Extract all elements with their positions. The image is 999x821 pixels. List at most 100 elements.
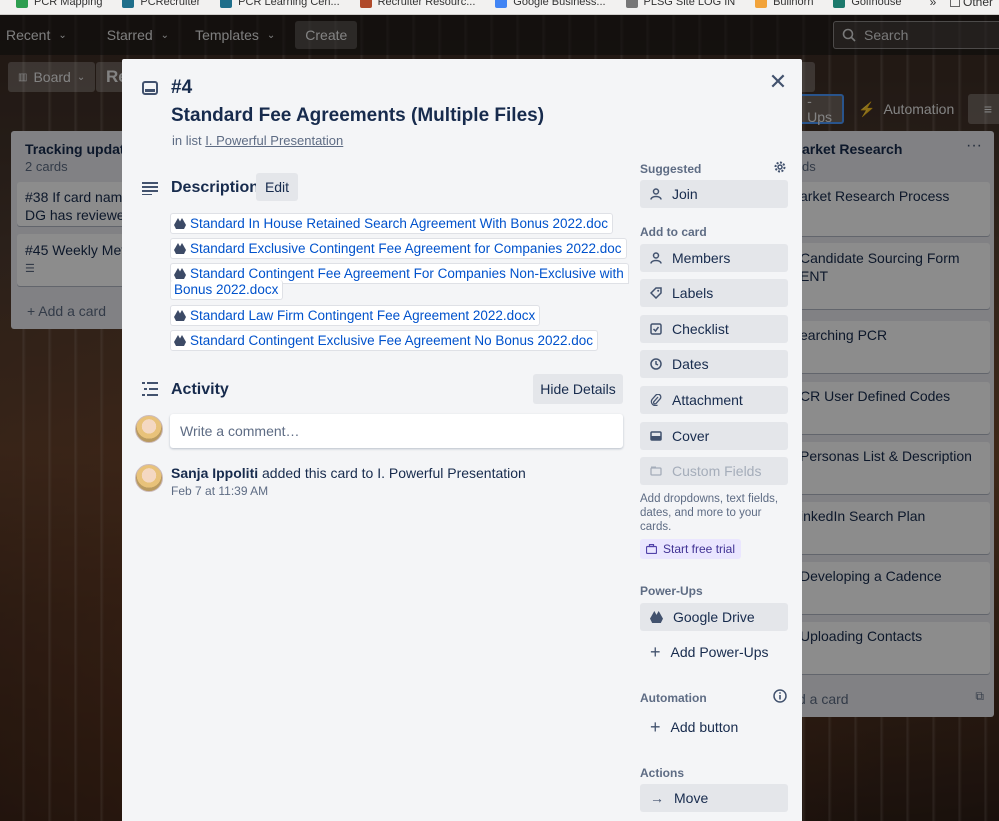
- attachment-name: Standard Contingent Fee Agreement For Co…: [190, 266, 624, 281]
- plus-icon: +: [650, 717, 661, 737]
- paperclip-icon: [650, 394, 662, 406]
- bookmark-plsg[interactable]: PLSG Site LOG IN: [625, 0, 736, 8]
- activity-timestamp[interactable]: Feb 7 at 11:39 AM: [171, 484, 268, 498]
- join-button[interactable]: Join: [640, 180, 788, 208]
- add-powerups-button[interactable]: + Add Power-Ups: [640, 638, 788, 666]
- card-title[interactable]: Standard Fee Agreements (Multiple Files): [171, 105, 544, 127]
- bookmark-favicon: [359, 0, 372, 8]
- member-icon: [650, 188, 662, 200]
- card-icon: [142, 81, 158, 95]
- bookmark-favicon: [755, 0, 768, 8]
- google-drive-icon: [174, 218, 186, 229]
- attachment-name: Standard Contingent Exclusive Fee Agreem…: [190, 333, 594, 348]
- card-number: #4: [171, 77, 193, 98]
- cover-button[interactable]: Cover: [640, 422, 788, 450]
- checklist-button[interactable]: Checklist: [640, 315, 788, 343]
- bookmark-favicon: [833, 0, 846, 8]
- attachment-link[interactable]: Standard Exclusive Contingent Fee Agreem…: [170, 238, 627, 259]
- labels-button[interactable]: Labels: [640, 279, 788, 307]
- cover-label: Cover: [672, 428, 710, 444]
- attachment-name: Standard Exclusive Contingent Fee Agreem…: [190, 241, 622, 256]
- bookmark-favicon: [495, 0, 508, 8]
- bookmarks-overflow[interactable]: » Other: [930, 0, 993, 9]
- attachment-link-continued[interactable]: Bonus 2022.docx: [170, 280, 284, 300]
- card-list-location: in list I. Powerful Presentation: [172, 133, 343, 148]
- attachment-button[interactable]: Attachment: [640, 386, 788, 414]
- arrow-right-icon: →: [650, 790, 664, 806]
- checklist-icon: [650, 323, 662, 335]
- bookmark-pcrecruiter[interactable]: PCRecruiter: [122, 0, 200, 8]
- activity-user[interactable]: Sanja Ippoliti: [171, 465, 258, 481]
- attachment-link[interactable]: Standard Contingent Exclusive Fee Agreem…: [170, 330, 599, 351]
- bookmark-label: Google Business...: [513, 0, 606, 8]
- bookmark-google-business[interactable]: Google Business...: [495, 0, 606, 8]
- attachment-link[interactable]: Standard Law Firm Contingent Fee Agreeme…: [170, 305, 541, 326]
- automation-label: Automation: [640, 691, 707, 705]
- avatar[interactable]: [135, 464, 163, 492]
- bookmark-pcr-learning[interactable]: PCR Learning Cen...: [220, 0, 340, 8]
- bookmark-label: PCRecruiter: [140, 0, 201, 8]
- google-drive-label: Google Drive: [673, 609, 755, 625]
- bookmark-favicon: [122, 0, 135, 8]
- attachment-link[interactable]: Standard In House Retained Search Agreem…: [170, 213, 614, 234]
- google-drive-icon: [650, 611, 663, 623]
- add-button-label: Add button: [670, 719, 739, 735]
- suggested-label: Suggested: [640, 162, 702, 176]
- avatar[interactable]: [135, 415, 163, 443]
- folder-icon: [949, 0, 960, 7]
- bookmark-label: PLSG Site LOG IN: [643, 0, 736, 8]
- custom-fields-icon: [650, 466, 662, 476]
- bookmarks-more-chevron: »: [929, 0, 937, 9]
- members-button[interactable]: Members: [640, 244, 788, 272]
- bookmark-label: Golfhouse: [851, 0, 902, 8]
- card-detail-modal: ✕ #4 Standard Fee Agreements (Multiple F…: [122, 59, 802, 821]
- bookmark-label: Recruiter Resourc...: [377, 0, 476, 8]
- bookmark-favicon: [16, 0, 28, 8]
- google-drive-icon: [174, 268, 186, 279]
- add-to-card-label: Add to card: [640, 225, 707, 239]
- edit-description-button[interactable]: Edit: [256, 173, 298, 201]
- attachment-label: Attachment: [672, 392, 743, 408]
- bookmark-favicon: [625, 0, 638, 8]
- activity-entry: Sanja Ippoliti added this card to I. Pow…: [171, 465, 526, 481]
- comment-placeholder: Write a comment…: [180, 423, 300, 439]
- gear-icon[interactable]: [773, 160, 787, 174]
- powerups-label: Power-Ups: [640, 584, 703, 598]
- info-icon[interactable]: [773, 689, 787, 703]
- custom-fields-note: Add dropdowns, text fields, dates, and m…: [640, 493, 779, 533]
- custom-fields-label: Custom Fields: [672, 463, 762, 479]
- bookmark-recruiter-resources[interactable]: Recruiter Resourc...: [359, 0, 476, 8]
- activity-text: added this card to I. Powerful Presentat…: [262, 465, 526, 481]
- bookmark-bullhorn[interactable]: Bullhorn: [755, 0, 813, 8]
- start-trial-label: Start free trial: [663, 542, 736, 556]
- add-button-button[interactable]: + Add button: [640, 713, 788, 741]
- clock-icon: [650, 358, 662, 370]
- bookmark-label: PCR Mapping: [34, 0, 103, 8]
- list-link[interactable]: I. Powerful Presentation: [205, 133, 343, 148]
- bookmark-favicon: [220, 0, 233, 8]
- briefcase-icon: [646, 544, 657, 554]
- activity-title: Activity: [171, 381, 229, 398]
- add-powerups-label: Add Power-Ups: [670, 644, 769, 660]
- hide-details-button[interactable]: Hide Details: [533, 374, 623, 404]
- custom-fields-button[interactable]: Custom Fields: [640, 457, 788, 485]
- description-icon: [142, 182, 158, 195]
- bookmark-golfhouse[interactable]: Golfhouse: [833, 0, 902, 8]
- close-icon[interactable]: ✕: [766, 71, 790, 95]
- actions-label: Actions: [640, 766, 685, 780]
- start-free-trial-button[interactable]: Start free trial: [640, 539, 742, 559]
- bookmark-label: PCR Learning Cen...: [238, 0, 340, 8]
- label-icon: [650, 287, 662, 299]
- members-label: Members: [672, 250, 731, 266]
- google-drive-button[interactable]: Google Drive: [640, 603, 788, 631]
- bookmark-other-label: Other: [962, 0, 993, 9]
- member-icon: [650, 252, 662, 264]
- bookmarks-bar: PCR Mapping PCRecruiter PCR Learning Cen…: [0, 0, 999, 15]
- in-list-prefix: in list: [172, 133, 202, 148]
- plus-icon: +: [650, 642, 661, 662]
- comment-input[interactable]: Write a comment…: [170, 414, 623, 448]
- bookmark-label: Bullhorn: [773, 0, 814, 8]
- bookmark-pcr-mapping[interactable]: PCR Mapping: [16, 0, 102, 8]
- dates-button[interactable]: Dates: [640, 350, 788, 378]
- move-button[interactable]: → Move: [640, 784, 788, 812]
